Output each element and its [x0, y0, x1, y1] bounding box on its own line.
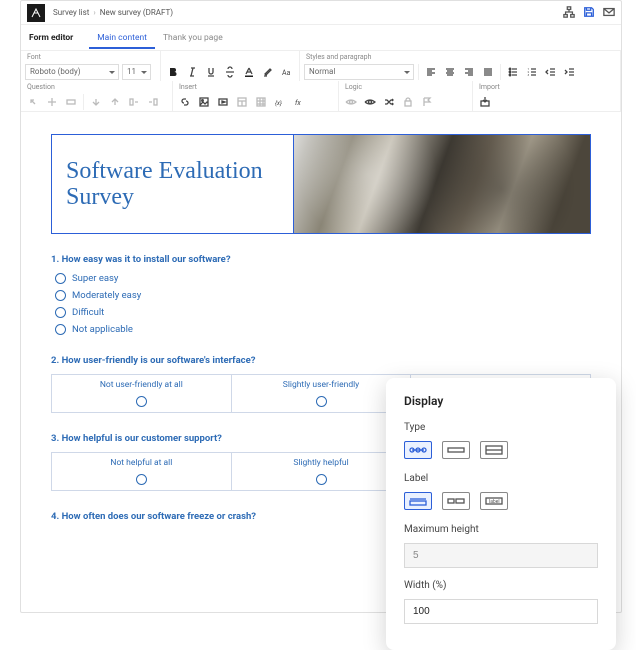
- toolbar-group-label: Styles and paragraph: [304, 53, 616, 62]
- panel-title: Display: [404, 394, 598, 408]
- max-height-input[interactable]: [404, 543, 598, 568]
- label-option-text[interactable]: label: [480, 492, 508, 510]
- scale-option[interactable]: Slightly helpful: [232, 453, 412, 490]
- link-icon[interactable]: [177, 94, 193, 110]
- font-family-select[interactable]: Roboto (body): [25, 64, 119, 80]
- type-option-dots[interactable]: [404, 441, 432, 459]
- move-down-icon[interactable]: [88, 94, 104, 110]
- svg-text:{x}: {x}: [275, 100, 282, 107]
- field-label: Label: [404, 473, 598, 484]
- toolbar: Font Roboto (body) 11 Aa: [21, 51, 621, 112]
- save-icon[interactable]: [583, 6, 595, 20]
- table-icon[interactable]: [253, 94, 269, 110]
- field-label: Type: [404, 422, 598, 433]
- bold-button[interactable]: [165, 64, 181, 80]
- scale-option[interactable]: Not user-friendly at all: [52, 375, 232, 412]
- variable-icon[interactable]: {x}: [272, 94, 288, 110]
- text-field-icon[interactable]: [63, 94, 79, 110]
- eye-icon[interactable]: [343, 94, 359, 110]
- label-option-inline[interactable]: [442, 492, 470, 510]
- radio-icon: [55, 307, 66, 318]
- radio-icon: [136, 396, 147, 407]
- breadcrumb-item[interactable]: New survey (DRAFT): [100, 8, 173, 17]
- editor-tabs: Form editor Main content Thank you page: [21, 25, 621, 51]
- radio-option[interactable]: Super easy: [55, 273, 591, 284]
- scale-option[interactable]: Not helpful at all: [52, 453, 232, 490]
- col-left-icon[interactable]: [126, 94, 142, 110]
- outdent-button[interactable]: [543, 64, 559, 80]
- lock-icon[interactable]: [400, 94, 416, 110]
- formula-icon[interactable]: fx: [291, 94, 307, 110]
- svg-text:fx: fx: [295, 99, 301, 107]
- mail-icon[interactable]: [603, 6, 615, 20]
- col-right-icon[interactable]: [145, 94, 161, 110]
- font-case-button[interactable]: Aa: [279, 64, 295, 80]
- label-option-above[interactable]: [404, 492, 432, 510]
- move-up-icon[interactable]: [107, 94, 123, 110]
- type-option-bar[interactable]: [442, 441, 470, 459]
- field-label: Maximum height: [404, 524, 598, 535]
- split-icon[interactable]: [44, 94, 60, 110]
- font-color-button[interactable]: [241, 64, 257, 80]
- sitemap-icon[interactable]: [563, 6, 575, 20]
- svg-text:Aa: Aa: [282, 69, 291, 77]
- paragraph-style-select[interactable]: Normal: [304, 64, 414, 80]
- radio-icon: [316, 396, 327, 407]
- scale-option[interactable]: Slightly user-friendly: [232, 375, 412, 412]
- app-logo[interactable]: [27, 4, 45, 22]
- video-icon[interactable]: [215, 94, 231, 110]
- radio-option[interactable]: Moderately easy: [55, 290, 591, 301]
- radio-icon: [316, 474, 327, 485]
- font-size-select[interactable]: 11: [122, 64, 151, 80]
- radio-icon: [55, 273, 66, 284]
- image-icon[interactable]: [196, 94, 212, 110]
- width-input[interactable]: [404, 599, 598, 624]
- align-center-button[interactable]: [442, 64, 458, 80]
- radio-icon: [55, 324, 66, 335]
- italic-button[interactable]: [184, 64, 200, 80]
- align-justify-button[interactable]: [480, 64, 496, 80]
- question-title: 1. How easy was it to install our softwa…: [51, 254, 591, 265]
- toolbar-group-label: Question: [25, 83, 168, 92]
- survey-header-block[interactable]: Software Evaluation Survey: [51, 134, 591, 234]
- tab-thank-you[interactable]: Thank you page: [155, 27, 231, 49]
- breadcrumb-item[interactable]: Survey list: [53, 8, 89, 17]
- tab-main-content[interactable]: Main content: [89, 27, 155, 49]
- type-option-list[interactable]: [480, 441, 508, 459]
- flag-icon[interactable]: [419, 94, 435, 110]
- radio-option[interactable]: Not applicable: [55, 324, 591, 335]
- survey-title-cell[interactable]: Software Evaluation Survey: [52, 135, 294, 233]
- underline-button[interactable]: [203, 64, 219, 80]
- radio-option[interactable]: Difficult: [55, 307, 591, 318]
- align-right-button[interactable]: [461, 64, 477, 80]
- toolbar-group-label: Import: [477, 83, 616, 92]
- topbar: Survey list › New survey (DRAFT): [21, 1, 621, 25]
- arrow-up-left-icon[interactable]: [25, 94, 41, 110]
- survey-title: Software Evaluation Survey: [66, 158, 279, 211]
- highlight-button[interactable]: [260, 64, 276, 80]
- display-properties-panel: Display Type Label label Maximum height …: [386, 378, 616, 650]
- breadcrumb-separator: ›: [93, 8, 95, 17]
- svg-text:3: 3: [528, 73, 530, 77]
- question-title: 2. How user-friendly is our software's i…: [51, 355, 591, 366]
- editor-title: Form editor: [29, 33, 73, 43]
- align-left-button[interactable]: [423, 64, 439, 80]
- import-icon[interactable]: [477, 94, 493, 110]
- layout-icon[interactable]: [234, 94, 250, 110]
- shuffle-icon[interactable]: [381, 94, 397, 110]
- field-label: Width (%): [404, 580, 598, 591]
- radio-icon: [136, 474, 147, 485]
- survey-header-image[interactable]: [294, 135, 590, 233]
- toolbar-group-label: Insert: [177, 83, 334, 92]
- indent-button[interactable]: [562, 64, 578, 80]
- toolbar-group-label: Logic: [343, 83, 468, 92]
- radio-icon: [55, 290, 66, 301]
- question-block[interactable]: 1. How easy was it to install our softwa…: [51, 254, 591, 335]
- strike-button[interactable]: [222, 64, 238, 80]
- toolbar-group-label: Font: [25, 53, 156, 62]
- eye-open-icon[interactable]: [362, 94, 378, 110]
- svg-text:label: label: [489, 499, 500, 505]
- number-list-button[interactable]: 123: [524, 64, 540, 80]
- bullet-list-button[interactable]: [505, 64, 521, 80]
